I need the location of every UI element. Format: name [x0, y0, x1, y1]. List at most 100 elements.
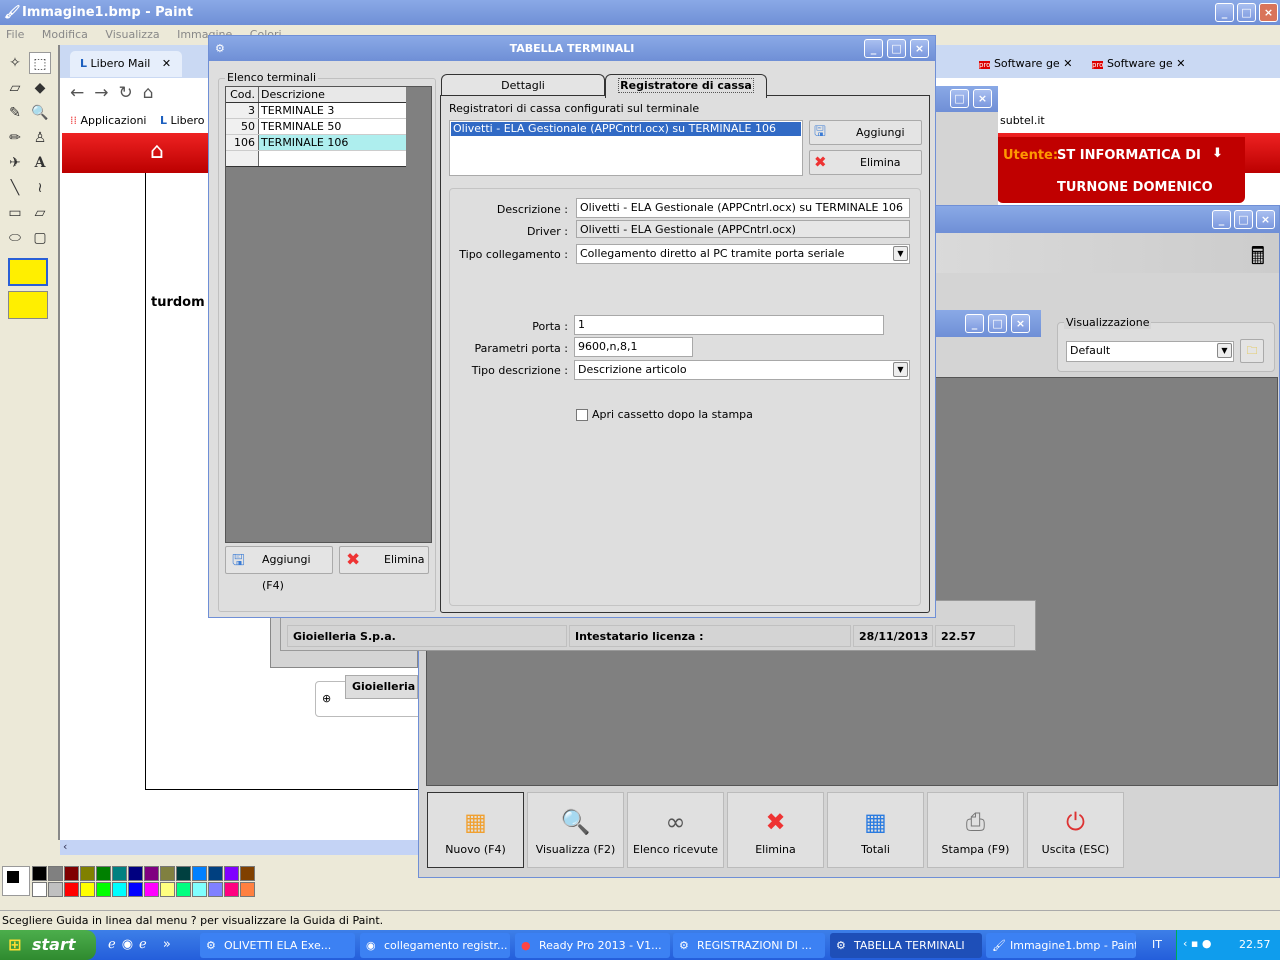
palette-swatch[interactable] — [192, 866, 207, 881]
print-button[interactable]: ⎙ Stampa (F9) — [927, 792, 1024, 868]
palette-swatch[interactable] — [32, 866, 47, 881]
palette-swatch[interactable] — [240, 866, 255, 881]
palette-swatch[interactable] — [96, 882, 111, 897]
palette-swatch[interactable] — [128, 866, 143, 881]
porta-field[interactable]: 1 — [574, 315, 884, 335]
language-indicator[interactable]: IT — [1152, 938, 1162, 951]
color-picker-icon[interactable]: ✎ — [4, 102, 26, 124]
quick-launch-icons[interactable]: ℯ◉ℯ » — [108, 937, 177, 952]
rounded-rect-icon[interactable]: ▢ — [29, 227, 51, 249]
minimize-button[interactable]: _ — [864, 39, 883, 58]
menu-file[interactable]: File — [6, 28, 24, 41]
polygon-icon[interactable]: ▱ — [29, 202, 51, 224]
maximize-button[interactable]: □ — [1234, 210, 1253, 229]
tab-libero-mail[interactable]: L Libero Mail ✕ — [70, 51, 182, 77]
palette-swatch[interactable] — [112, 866, 127, 881]
magnifier-icon[interactable]: 🔍 — [29, 102, 51, 124]
palette-swatch[interactable] — [64, 882, 79, 897]
view-select[interactable]: Default ▼ — [1066, 341, 1234, 362]
minimize-button[interactable]: _ — [1212, 210, 1231, 229]
registers-list[interactable]: Olivetti - ELA Gestionale (APPCntrl.ocx)… — [449, 120, 803, 176]
taskbar-item-registrazioni[interactable]: ⚙ REGISTRAZIONI DI ... — [673, 933, 825, 958]
airbrush-icon[interactable]: ✈ — [4, 152, 26, 174]
add-register-button[interactable]: 🖫 Aggiungi — [809, 120, 922, 145]
totals-button[interactable]: ▦ Totali — [827, 792, 924, 868]
eraser-icon[interactable]: ▱ — [4, 77, 26, 99]
delete-register-button[interactable]: ✖ Elimina — [809, 150, 922, 175]
palette-swatch[interactable] — [96, 866, 111, 881]
minimize-button[interactable]: _ — [1215, 3, 1234, 22]
tab-software-1[interactable]: pro Software ge ✕ — [975, 51, 1085, 77]
browser-nav-icons[interactable]: ←→↻⌂ — [70, 83, 164, 103]
palette-swatch[interactable] — [240, 882, 255, 897]
maximize-button[interactable]: □ — [887, 39, 906, 58]
curve-icon[interactable]: ≀ — [29, 177, 51, 199]
add-terminal-button[interactable]: 🖫 Aggiungi (F4) — [225, 546, 333, 592]
taskbar-item-readypro[interactable]: ● Ready Pro 2013 - V1... — [515, 933, 670, 958]
taskbar-item-paint[interactable]: 🖌 Immagine1.bmp - Paint — [986, 933, 1136, 958]
palette-swatch[interactable] — [192, 882, 207, 897]
table-row[interactable]: 50 TERMINALE 50 — [226, 119, 406, 135]
cassetto-checkbox[interactable] — [576, 409, 588, 421]
rect-select-icon[interactable]: ⬚ — [29, 52, 51, 74]
palette-swatch[interactable] — [208, 882, 223, 897]
palette-swatch[interactable] — [48, 866, 63, 881]
palette-swatch[interactable] — [80, 866, 95, 881]
palette-swatch[interactable] — [160, 882, 175, 897]
tipo-descrizione-select[interactable]: Descrizione articolo ▼ — [574, 360, 910, 380]
transparent-option-icon[interactable] — [8, 291, 48, 319]
bookmark-applicazioni[interactable]: Applicazioni — [81, 114, 147, 127]
opaque-option-icon[interactable] — [8, 258, 48, 286]
new-button[interactable]: ▦ Nuovo (F4) — [427, 792, 524, 868]
exit-button[interactable]: ⏻ Uscita (ESC) — [1027, 792, 1124, 868]
palette-swatch[interactable] — [160, 866, 175, 881]
horizontal-scrollbar[interactable]: ‹ — [60, 840, 420, 855]
palette-swatch[interactable] — [176, 866, 191, 881]
palette-swatch[interactable] — [224, 882, 239, 897]
menu-modifica[interactable]: Modifica — [42, 28, 88, 41]
palette-swatch[interactable] — [112, 882, 127, 897]
palette-swatch[interactable] — [144, 882, 159, 897]
maximize-button[interactable]: □ — [1237, 3, 1256, 22]
descrizione-field[interactable]: Olivetti - ELA Gestionale (APPCntrl.ocx)… — [576, 198, 910, 218]
fill-icon[interactable]: ◆ — [29, 77, 51, 99]
palette-swatch[interactable] — [64, 866, 79, 881]
line-icon[interactable]: ╲ — [4, 177, 26, 199]
pencil-icon[interactable]: ✏ — [4, 127, 26, 149]
table-row-empty[interactable] — [226, 151, 406, 167]
bookmark-libero[interactable]: Libero — [171, 114, 205, 127]
taskbar-item-chrome[interactable]: ◉ collegamento registr... — [360, 933, 510, 958]
palette-swatch[interactable] — [32, 882, 47, 897]
start-button[interactable]: ⊞ start — [0, 930, 96, 960]
terminals-grid[interactable]: Cod. Descrizione 3 TERMINALE 3 50 TERMINALE… — [225, 86, 432, 543]
palette-swatch[interactable] — [144, 866, 159, 881]
delete-terminal-button[interactable]: ✖ Elimina — [339, 546, 429, 574]
home-icon[interactable]: ⌂ — [150, 139, 164, 164]
brush-icon[interactable]: ♙ — [29, 127, 51, 149]
collegamento-select[interactable]: Collegamento diretto al PC tramite porta… — [576, 244, 910, 264]
view-button[interactable]: 🔍 Visualizza (F2) — [527, 792, 624, 868]
tab-registratore-di-cassa[interactable]: Registratore di cassa — [605, 74, 767, 98]
taskbar-item-tabella-terminali[interactable]: ⚙ TABELLA TERMINALI — [830, 933, 982, 958]
menu-visualizza[interactable]: Visualizza — [105, 28, 159, 41]
palette-swatch[interactable] — [48, 882, 63, 897]
text-icon[interactable]: A — [29, 152, 51, 174]
taskbar-item-olivetti[interactable]: ⚙ OLIVETTI ELA Exe... — [200, 933, 355, 958]
free-select-icon[interactable]: ✧ — [4, 52, 26, 74]
tab-dettagli[interactable]: Dettagli — [441, 74, 605, 96]
close-button[interactable]: × — [1256, 210, 1275, 229]
palette-swatch[interactable] — [208, 866, 223, 881]
palette-swatch[interactable] — [80, 882, 95, 897]
palette-swatch[interactable] — [176, 882, 191, 897]
table-row-selected[interactable]: 106 TERMINALE 106 — [226, 135, 406, 151]
palette-swatch[interactable] — [128, 882, 143, 897]
register-item-selected[interactable]: Olivetti - ELA Gestionale (APPCntrl.ocx)… — [451, 122, 801, 136]
close-button[interactable]: × — [1259, 3, 1278, 22]
table-row[interactable]: 3 TERMINALE 3 — [226, 103, 406, 119]
ellipse-icon[interactable]: ⬭ — [4, 227, 26, 249]
parametri-field[interactable]: 9600,n,8,1 — [574, 337, 693, 357]
rectangle-icon[interactable]: ▭ — [4, 202, 26, 224]
tray-icons[interactable]: ‹ ▪ ● — [1183, 937, 1211, 950]
delete-button[interactable]: ✖ Elimina — [727, 792, 824, 868]
tab-software-2[interactable]: pro Software ge ✕ — [1088, 51, 1198, 77]
